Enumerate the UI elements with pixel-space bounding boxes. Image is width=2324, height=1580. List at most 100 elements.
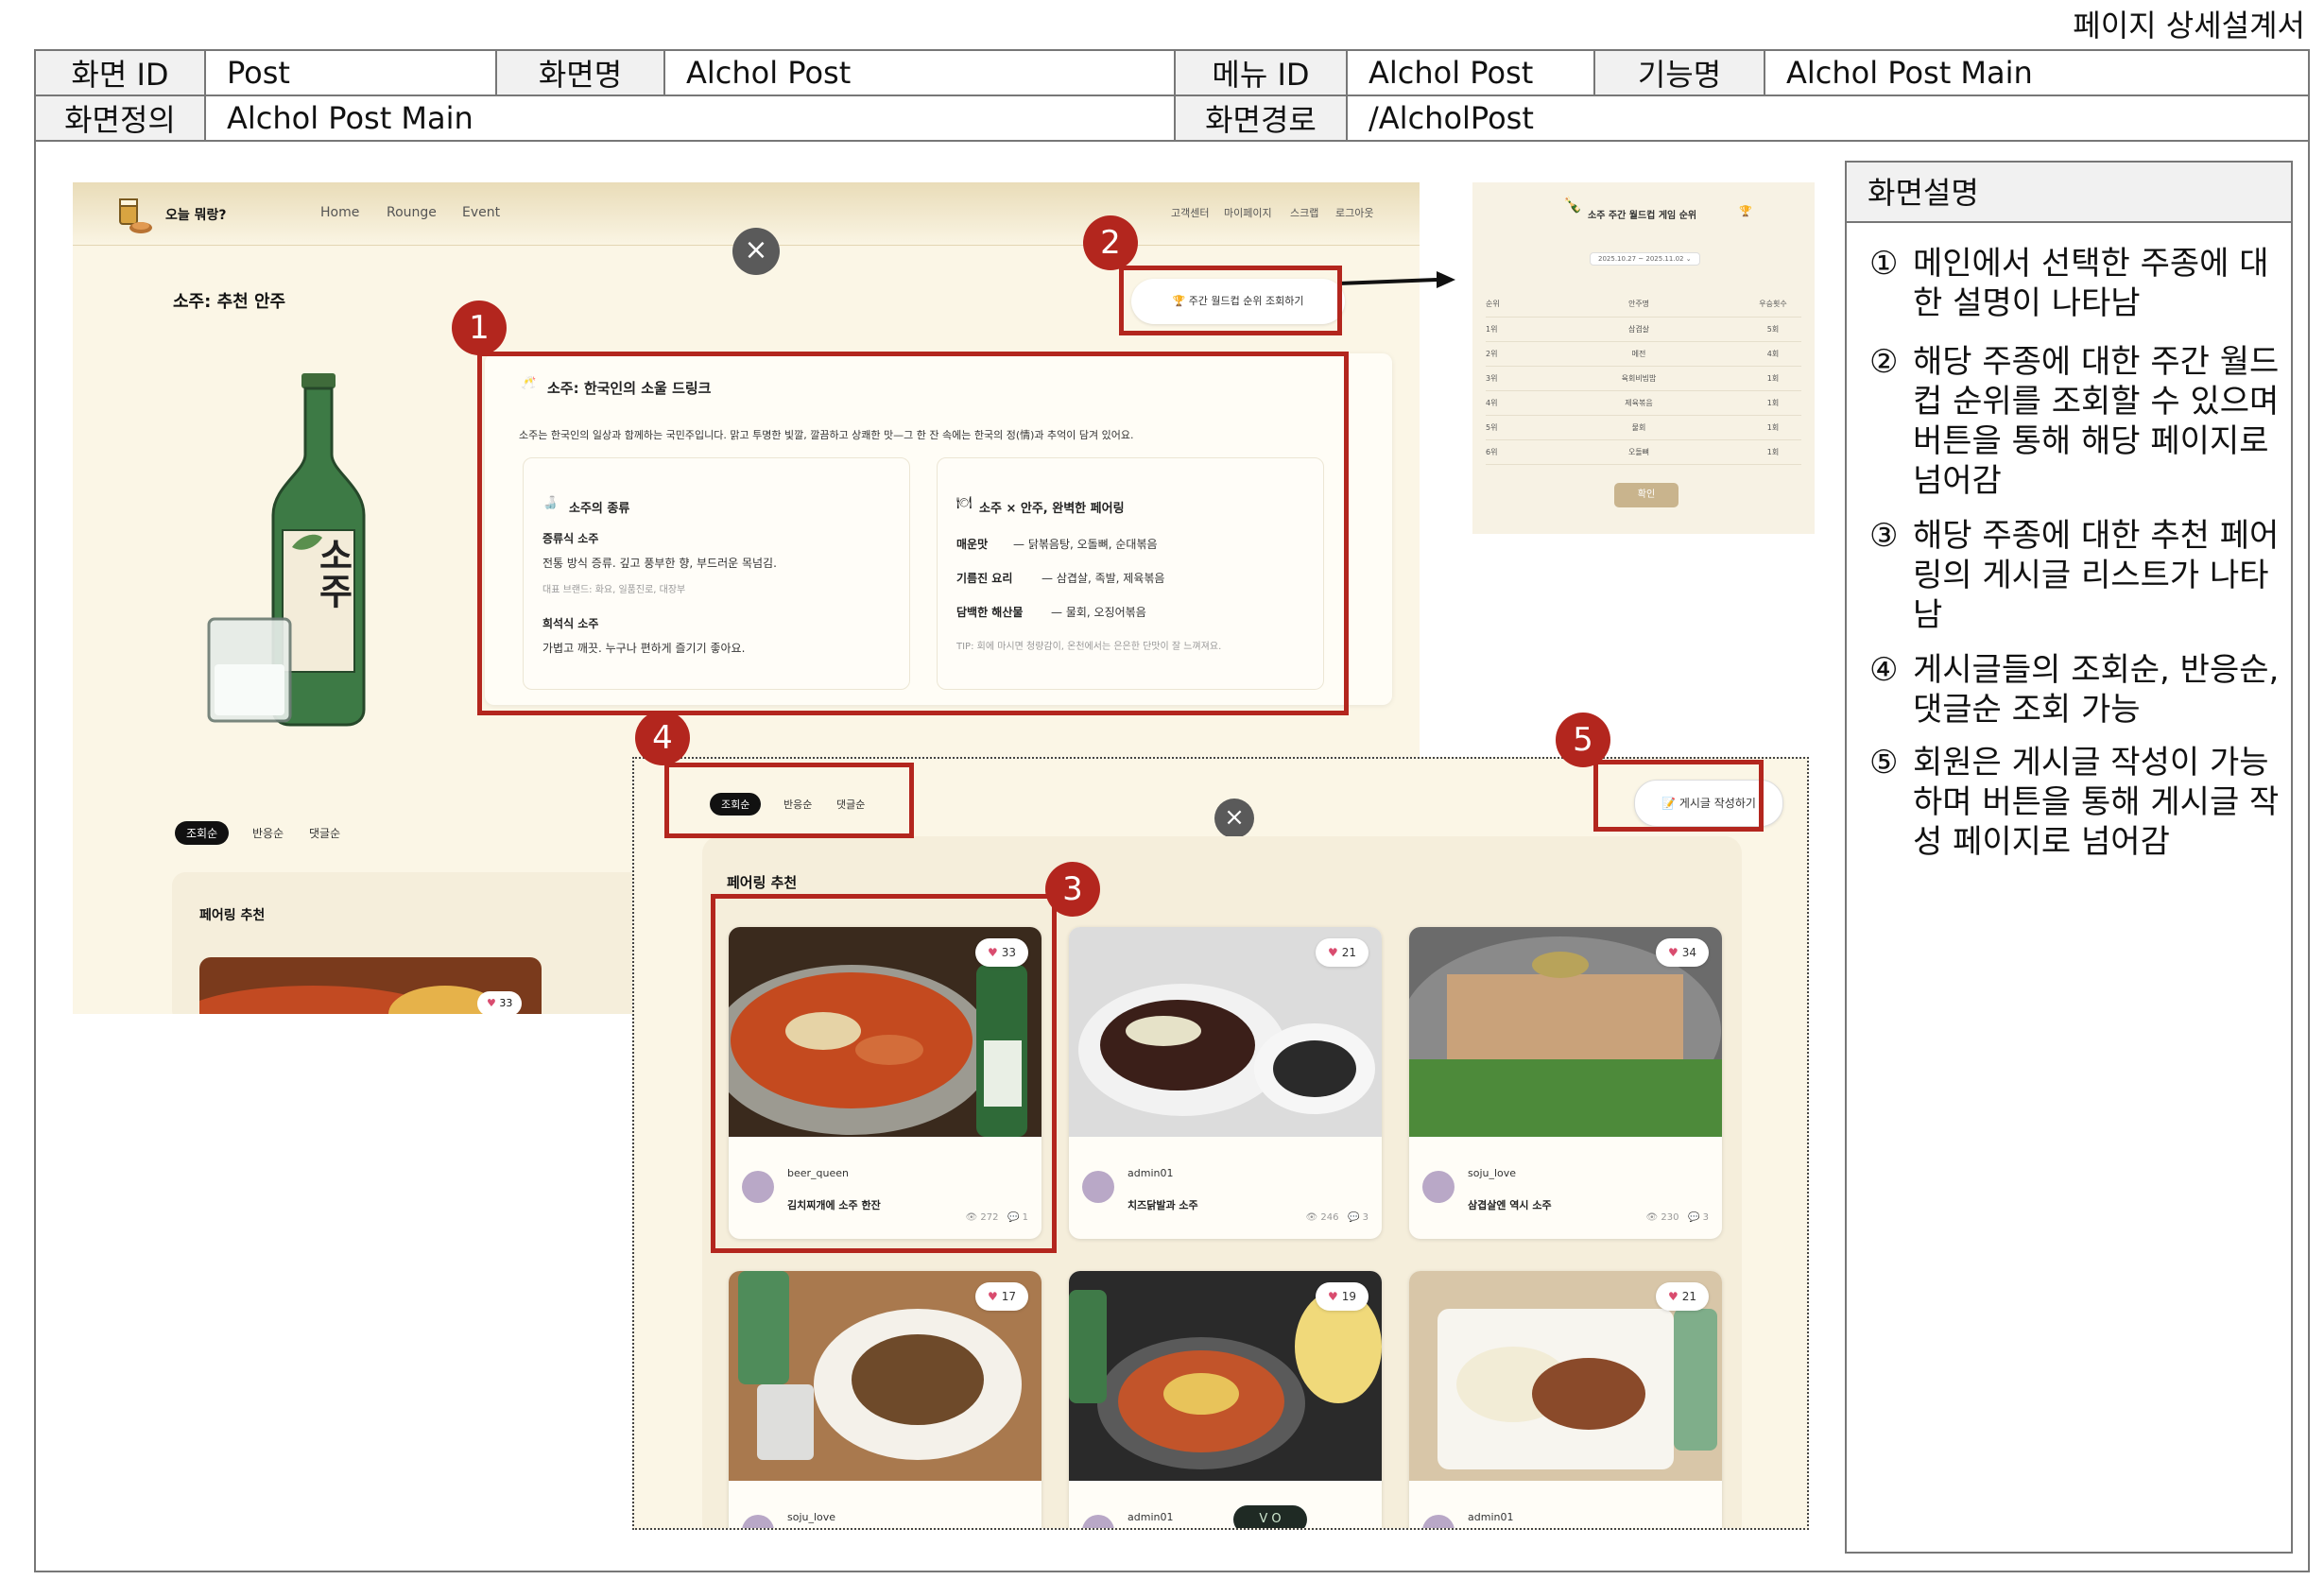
sort-tab-views[interactable]: 조회순 — [175, 821, 230, 845]
post-stats: 👁 230 💬 3 — [1645, 1212, 1709, 1223]
eye-icon: 👁 — [1305, 1212, 1318, 1223]
rank-cell: 2위 — [1486, 341, 1533, 367]
rank-cell: 3위 — [1486, 366, 1533, 391]
ranking-trophy-icon: 🏆 — [1739, 205, 1752, 217]
close-button[interactable]: × — [732, 228, 780, 275]
ranking-row: 4위 제육볶음 1회 — [1486, 390, 1801, 416]
nav-customer-center[interactable]: 고객센터 — [1171, 205, 1209, 220]
like-badge[interactable]: ♥ 17 — [975, 1282, 1028, 1311]
annotation-badge-2: 2 — [1083, 215, 1138, 270]
annotation-box-5 — [1593, 760, 1764, 832]
comment-icon: 💬 — [1347, 1212, 1360, 1223]
close-button[interactable]: × — [1214, 799, 1254, 838]
annotation-badge-4: 4 — [635, 711, 690, 765]
ranking-header-row: 순위 안주명 우승횟수 — [1486, 292, 1801, 318]
sort-tab-reactions[interactable]: 반응순 — [241, 821, 295, 845]
col-rank: 순위 — [1486, 292, 1533, 318]
screen-path-value: /AlcholPost — [1346, 94, 2310, 142]
ranking-row: 1위 삼겹살 5회 — [1486, 317, 1801, 342]
nav-scrap[interactable]: 스크랩 — [1290, 205, 1318, 220]
view-count: 230 — [1661, 1212, 1679, 1223]
annotation-badge-1: 1 — [452, 301, 507, 355]
item-text: 게시글들의 조회순, 반응순, 댓글순 조회 가능 — [1913, 651, 2280, 729]
description-title: 화면설명 — [1847, 163, 2291, 223]
ranking-row: 2위 메전 4회 — [1486, 341, 1801, 367]
screen-description-panel: 화면설명 ① 메인에서 선택한 주종에 대한 설명이 나타남 ② 해당 주종에 대한… — [1845, 161, 2293, 1554]
nav-rounge[interactable]: Rounge — [387, 205, 437, 220]
post-title: 치즈닭발과 소주 — [1128, 1199, 1198, 1211]
annotation-box-2 — [1119, 266, 1342, 335]
wins-cell: 5회 — [1745, 317, 1801, 342]
view-count: 246 — [1320, 1212, 1339, 1223]
item-text: 회원은 게시글 작성이 가능하며 버튼을 통해 게시글 작성 페이지로 넘어감 — [1913, 744, 2280, 861]
post-card[interactable]: ♥ 21 admin01 치즈닭발과 소주 👁 246 💬 3 — [1069, 927, 1382, 1239]
annotation-box-3 — [711, 894, 1057, 1253]
rank-cell: 5위 — [1486, 415, 1533, 440]
heart-icon: ♥ — [987, 1290, 998, 1303]
nav-mypage[interactable]: 마이페이지 — [1224, 205, 1272, 220]
like-count: 19 — [1341, 1290, 1357, 1303]
like-badge[interactable]: ♥ 34 — [1656, 938, 1709, 967]
like-count: 17 — [1001, 1290, 1017, 1303]
ranking-row: 3위 육회비빔밥 1회 — [1486, 366, 1801, 391]
col-dish: 안주명 — [1533, 292, 1745, 318]
wins-cell: 1회 — [1745, 366, 1801, 391]
post-card[interactable]: ♥ 34 soju_love 삼겹살엔 역시 소주 👁 230 💬 3 — [1409, 927, 1722, 1239]
description-item-2: ② 해당 주종에 대한 주간 월드컵 순위를 조회할 수 있으며 버튼을 통해 해… — [1869, 342, 2285, 501]
pairing-section-title: 페어링 추천 — [199, 908, 266, 923]
sort-tab-comments[interactable]: 댓글순 — [298, 821, 352, 845]
spec-header-table: 화면 ID Post 화면명 Alchol Post 메뉴 ID Alchol … — [34, 49, 2310, 142]
menu-id-value: Alchol Post — [1346, 49, 1595, 96]
rank-cell: 4위 — [1486, 390, 1533, 416]
soju-bottle-illustration — [205, 371, 394, 730]
heart-icon: ♥ — [1327, 1290, 1338, 1303]
peek-like-count: 33 — [499, 997, 513, 1009]
avatar — [742, 1515, 774, 1528]
screen-name-value: Alchol Post — [663, 49, 1176, 96]
scroll-pager[interactable]: V O — [1233, 1505, 1307, 1528]
description-item-4: ④ 게시글들의 조회순, 반응순, 댓글순 조회 가능 — [1869, 650, 2285, 730]
soju-bottle-icon: 🍾 — [1563, 196, 1582, 214]
ranking-confirm-button[interactable]: 확인 — [1614, 483, 1678, 507]
like-badge[interactable]: ♥ 19 — [1316, 1282, 1369, 1311]
peek-like-badge[interactable]: ♥ 33 — [477, 991, 523, 1014]
pairing-section-title: 페어링 추천 — [727, 874, 798, 891]
ranking-title: 소주 주간 월드컵 게임 순위 — [1588, 211, 1697, 221]
post-card[interactable]: ♥ 19 admin01 — [1069, 1271, 1382, 1528]
item-number: ② — [1869, 343, 1899, 381]
weekly-ranking-screenshot: 🍾 소주 주간 월드컵 게임 순위 🏆 2025.10.27 ~ 2025.11… — [1472, 182, 1815, 534]
menu-id-label: 메뉴 ID — [1174, 49, 1348, 96]
comment-icon: 💬 — [1687, 1212, 1700, 1223]
nav-logout[interactable]: 로그아웃 — [1335, 205, 1373, 220]
comment-count: 3 — [1362, 1212, 1369, 1223]
rank-cell: 1위 — [1486, 317, 1533, 342]
annotation-box-4 — [664, 763, 914, 838]
date-range-select[interactable]: 2025.10.27 ~ 2025.11.02 ⌄ — [1590, 252, 1700, 266]
like-badge[interactable]: ♥ 21 — [1656, 1282, 1709, 1311]
post-card[interactable]: ♥ 17 soju_love — [729, 1271, 1041, 1528]
dish-cell: 물회 — [1533, 415, 1745, 440]
item-text: 메인에서 선택한 주종에 대한 설명이 나타남 — [1913, 245, 2269, 322]
section-title: 소주: 추천 안주 — [173, 292, 286, 312]
wins-cell: 1회 — [1745, 390, 1801, 416]
like-count: 34 — [1681, 946, 1697, 959]
like-badge[interactable]: ♥ 21 — [1316, 938, 1369, 967]
header-row-2: 화면정의 Alchol Post Main 화면경로 /AlcholPost — [34, 94, 2310, 142]
item-number: ① — [1869, 245, 1899, 283]
heart-icon: ♥ — [1667, 946, 1678, 959]
ranking-row: 5위 물회 1회 — [1486, 415, 1801, 440]
nav-home[interactable]: Home — [320, 205, 359, 220]
item-number: ⑤ — [1869, 744, 1899, 781]
function-name-label: 기능명 — [1593, 49, 1765, 96]
post-author: soju_love — [1468, 1167, 1517, 1179]
avatar — [1422, 1171, 1455, 1203]
avatar — [1422, 1515, 1455, 1528]
post-card[interactable]: ♥ 21 admin01 — [1409, 1271, 1722, 1528]
nav-event[interactable]: Event — [462, 205, 500, 220]
post-author: admin01 — [1128, 1167, 1174, 1179]
screen-name-label: 화면명 — [495, 49, 665, 96]
site-logo-text[interactable]: 오늘 뭐랑? — [165, 205, 227, 224]
item-text: 해당 주종에 대한 주간 월드컵 순위를 조회할 수 있으며 버튼을 통해 해당… — [1913, 343, 2280, 500]
document-title: 페이지 상세설계서 — [2073, 8, 2305, 43]
date-range-value: 2025.10.27 ~ 2025.11.02 — [1598, 255, 1684, 263]
